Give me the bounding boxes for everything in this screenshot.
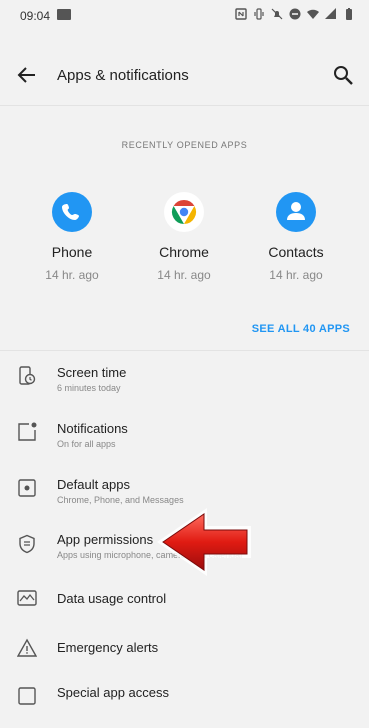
app-bar: Apps & notifications bbox=[0, 48, 369, 104]
back-arrow-icon[interactable] bbox=[15, 63, 39, 87]
settings-item-screen-time[interactable]: Screen time 6 minutes today bbox=[0, 356, 369, 406]
settings-item-special-app-access[interactable]: Special app access bbox=[0, 678, 369, 728]
divider bbox=[0, 105, 369, 106]
battery-icon bbox=[346, 8, 352, 20]
recent-app-contacts[interactable]: Contacts 14 hr. ago bbox=[251, 192, 341, 282]
app-name: Phone bbox=[51, 244, 93, 260]
chrome-app-icon bbox=[164, 192, 204, 232]
default-apps-icon bbox=[18, 479, 36, 497]
see-all-apps-link[interactable]: SEE ALL 40 APPS bbox=[252, 323, 350, 335]
dnd-icon bbox=[289, 8, 301, 20]
mute-icon bbox=[271, 8, 283, 20]
item-title: Notifications bbox=[57, 421, 128, 436]
item-title: Screen time bbox=[57, 365, 127, 380]
app-last-used: 14 hr. ago bbox=[45, 268, 99, 282]
item-subtitle: Chrome, Phone, and Messages bbox=[57, 495, 184, 505]
gmail-notification-icon bbox=[57, 9, 71, 20]
recent-apps-heading: RECENTLY OPENED APPS bbox=[121, 140, 248, 150]
special-access-icon bbox=[18, 687, 36, 705]
item-title: App permissions bbox=[57, 532, 154, 547]
recent-app-phone[interactable]: Phone 14 hr. ago bbox=[27, 192, 117, 282]
signal-icon bbox=[325, 8, 336, 19]
notifications-icon bbox=[18, 422, 37, 441]
app-permissions-shield-icon bbox=[19, 534, 35, 554]
status-time: 09:04 bbox=[20, 9, 51, 23]
contacts-app-icon bbox=[276, 192, 316, 232]
page-title: Apps & notifications bbox=[57, 67, 189, 84]
item-title: Data usage control bbox=[57, 591, 167, 606]
recent-app-chrome[interactable]: Chrome 14 hr. ago bbox=[139, 192, 229, 282]
vibrate-icon bbox=[254, 8, 264, 20]
item-subtitle: On for all apps bbox=[57, 439, 116, 449]
item-subtitle: 6 minutes today bbox=[57, 383, 121, 393]
screen-time-icon bbox=[19, 366, 36, 385]
wifi-icon bbox=[307, 9, 319, 19]
search-icon[interactable] bbox=[331, 63, 355, 87]
red-annotation-arrow-icon bbox=[157, 508, 251, 576]
settings-item-data-usage-control[interactable]: Data usage control bbox=[0, 578, 369, 628]
app-last-used: 14 hr. ago bbox=[269, 268, 323, 282]
divider bbox=[0, 350, 369, 351]
item-title: Emergency alerts bbox=[57, 640, 159, 655]
app-name: Contacts bbox=[268, 244, 324, 260]
settings-item-emergency-alerts[interactable]: Emergency alerts bbox=[0, 628, 369, 678]
nfc-icon bbox=[235, 8, 247, 20]
settings-item-notifications[interactable]: Notifications On for all apps bbox=[0, 412, 369, 462]
status-icons bbox=[235, 8, 355, 20]
app-last-used: 14 hr. ago bbox=[157, 268, 211, 282]
status-bar: 09:04 bbox=[0, 0, 369, 30]
data-usage-icon bbox=[17, 590, 37, 606]
warning-icon bbox=[17, 638, 37, 657]
phone-app-icon bbox=[52, 192, 92, 232]
item-title: Default apps bbox=[57, 477, 130, 492]
app-name: Chrome bbox=[159, 244, 209, 260]
